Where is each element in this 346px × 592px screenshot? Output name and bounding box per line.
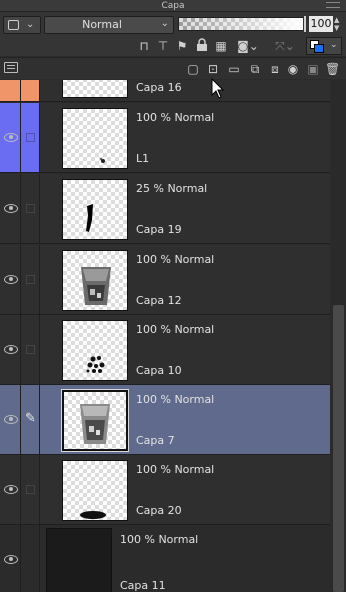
- lock-box-icon: [26, 133, 35, 142]
- layer-lock-toggle[interactable]: [21, 455, 40, 524]
- layer-lock-toggle[interactable]: [21, 525, 40, 592]
- transfer-to-lower-layer-icon[interactable]: ⧉: [246, 61, 264, 77]
- layer-row[interactable]: 100 % Normal Capa 10: [0, 315, 330, 385]
- layer-row[interactable]: 100 % Normal Capa 12: [0, 245, 330, 315]
- blend-mode-select[interactable]: Normal ⌄: [44, 16, 174, 34]
- lock-box-icon: [26, 485, 35, 494]
- layer-name: Capa 16: [136, 81, 182, 94]
- draft-layer-icon[interactable]: ⚑: [174, 38, 190, 54]
- eye-icon: [4, 485, 18, 494]
- layer-list[interactable]: Capa 16 100 % Normal L1 25 % Normal Capa…: [0, 80, 346, 592]
- layer-lock-toggle[interactable]: [21, 245, 40, 314]
- layer-name: Capa 7: [136, 434, 175, 447]
- layer-properties: 100 % Normal: [136, 111, 215, 124]
- visibility-toggle[interactable]: [0, 174, 21, 243]
- layer-color-dropdown[interactable]: ⌄: [306, 37, 342, 55]
- layer-row[interactable]: 25 % Normal Capa 19: [0, 174, 330, 244]
- layer-row[interactable]: Capa 16: [0, 80, 330, 102]
- layer-name: Capa 20: [136, 504, 182, 517]
- lock-box-icon: [26, 345, 35, 354]
- layer-thumbnail: [46, 528, 112, 592]
- layer-thumbnail: [62, 179, 128, 240]
- combine-layer-icon[interactable]: ⧈: [266, 61, 284, 77]
- apply-mask-icon[interactable]: ▣: [304, 61, 322, 77]
- layer-thumbnail: [62, 460, 128, 521]
- visibility-toggle[interactable]: [0, 385, 21, 454]
- visibility-toggle[interactable]: [0, 455, 21, 524]
- scrollbar-thumb[interactable]: [333, 305, 344, 592]
- new-vector-layer-icon[interactable]: ⊡: [204, 61, 222, 77]
- eye-icon: [4, 204, 18, 213]
- eye-icon: [4, 133, 18, 142]
- layer-row[interactable]: 100 % Normal Capa 20: [0, 455, 330, 525]
- layer-lock-toggle[interactable]: [21, 174, 40, 243]
- layer-name: Capa 11: [120, 579, 166, 592]
- mouse-cursor-icon: [211, 78, 225, 99]
- layer-thumbnail: [62, 250, 128, 311]
- pencil-icon: ✎: [25, 411, 36, 426]
- layer-properties: 100 % Normal: [120, 533, 199, 546]
- lock-box-icon: [26, 275, 35, 284]
- opacity-spinner[interactable]: ▲ ▼: [334, 16, 343, 32]
- eye-icon: [4, 415, 18, 424]
- chevron-down-icon: ⌄: [330, 40, 338, 50]
- opacity-slider-handle[interactable]: [303, 15, 307, 33]
- layer-row-selected[interactable]: ✎ 100 % Normal Capa 7: [0, 385, 330, 455]
- layer-name: Capa 10: [136, 364, 182, 377]
- visibility-toggle[interactable]: [0, 103, 21, 172]
- panel-menu-grip-icon[interactable]: [326, 2, 340, 8]
- layer-color-label: [21, 80, 40, 101]
- new-raster-layer-icon[interactable]: ▢: [184, 61, 202, 77]
- mask-enable-icon[interactable]: ◙⌄: [234, 38, 262, 54]
- ruler-display-icon[interactable]: ⤧⌄: [270, 38, 300, 54]
- layer-thumbnail: [62, 320, 128, 381]
- blend-mode-value: Normal: [82, 18, 122, 31]
- layer-properties: 100 % Normal: [136, 253, 215, 266]
- layer-color-label: [0, 80, 21, 101]
- lock-layer-icon[interactable]: [195, 38, 209, 54]
- visibility-toggle[interactable]: [0, 525, 21, 592]
- lock-transparent-pixels-icon[interactable]: ▦: [213, 38, 229, 54]
- sub-color-swatch: [314, 44, 324, 53]
- layer-row[interactable]: 100 % Normal L1: [0, 103, 330, 173]
- layer-thumbnail: [62, 80, 128, 98]
- layer-lock-toggle[interactable]: [21, 315, 40, 384]
- layer-properties: 100 % Normal: [136, 393, 215, 406]
- opacity-slider[interactable]: [178, 17, 304, 31]
- layer-name: Capa 19: [136, 223, 182, 236]
- panel-titlebar[interactable]: Capa: [0, 0, 346, 12]
- eye-icon: [4, 345, 18, 354]
- chevron-down-icon: ⌄: [26, 19, 35, 30]
- chevron-down-icon: ⌄: [160, 18, 169, 29]
- eye-icon: [4, 555, 18, 564]
- layer-properties: 100 % Normal: [136, 323, 215, 336]
- layer-name: L1: [136, 152, 150, 165]
- layer-thumbnail: [62, 108, 128, 169]
- layer-thumbnail: [61, 389, 129, 452]
- layer-lock-toggle[interactable]: [21, 103, 40, 172]
- layer-row[interactable]: 100 % Normal Capa 11: [0, 525, 330, 592]
- delete-layer-icon[interactable]: 🗑: [325, 61, 340, 77]
- eye-icon: [4, 275, 18, 284]
- panel-title: Capa: [161, 1, 185, 11]
- create-mask-icon[interactable]: ◉: [286, 61, 300, 77]
- layer-type-icon: [8, 20, 19, 30]
- layer-name: Capa 12: [136, 294, 182, 307]
- visibility-toggle[interactable]: [0, 315, 21, 384]
- visibility-toggle[interactable]: [0, 245, 21, 314]
- layer-properties: 100 % Normal: [136, 463, 215, 476]
- panel-menu-icon[interactable]: [4, 62, 18, 73]
- layer-type-dropdown[interactable]: ⌄: [3, 16, 41, 34]
- new-folder-icon[interactable]: ▭: [224, 61, 244, 77]
- opacity-input[interactable]: 100: [309, 16, 333, 32]
- clip-to-layer-below-icon[interactable]: ⊓: [136, 38, 152, 54]
- layer-properties: 25 % Normal: [136, 182, 208, 195]
- lock-box-icon: [26, 204, 35, 213]
- layer-edit-indicator[interactable]: ✎: [21, 385, 40, 454]
- reference-layer-icon[interactable]: ⊤: [155, 38, 171, 54]
